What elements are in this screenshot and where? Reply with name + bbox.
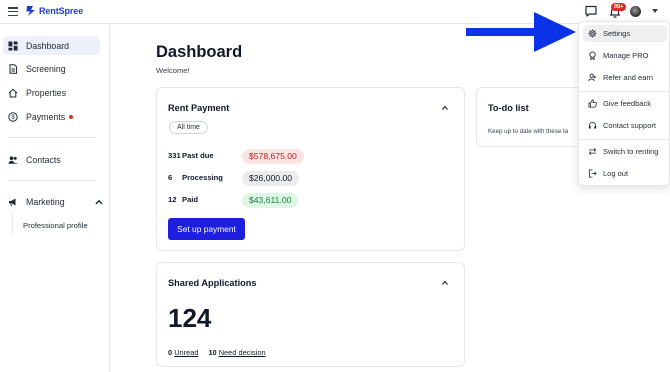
sidebar-item-contacts[interactable]: Contacts [3, 150, 100, 169]
rent-payment-card: Rent Payment All time 331 Past due $578,… [156, 87, 465, 251]
logo-mark-icon [26, 6, 35, 16]
amount-past-due: $578,675.00 [242, 149, 304, 164]
refer-icon [588, 73, 597, 82]
document-icon [9, 63, 17, 74]
amount-paid: $43,611.00 [242, 193, 299, 208]
sidebar-item-screening[interactable]: Screening [3, 59, 100, 78]
badge-icon [589, 51, 596, 60]
welcome-text: Welcome! [156, 66, 190, 75]
card-title: Shared Applications [168, 278, 257, 288]
menu-item-switch-to-renting[interactable]: Switch to renting [583, 143, 667, 160]
menu-item-contact-support[interactable]: Contact support [583, 117, 667, 134]
home-icon [8, 88, 18, 97]
menu-item-label: Switch to renting [603, 147, 659, 156]
payment-row-paid[interactable]: 12 Paid [168, 195, 238, 204]
menu-item-label: Give feedback [603, 99, 651, 108]
sidebar-item-label: Marketing [26, 196, 65, 207]
megaphone-icon [9, 198, 16, 206]
menu-item-log-out[interactable]: Log out [583, 165, 667, 182]
application-counts: 0 Unread 10 Need decision [168, 348, 266, 357]
chevron-up-icon[interactable] [94, 197, 104, 207]
sidebar-item-marketing[interactable]: Marketing [3, 192, 103, 211]
payment-count: 12 [168, 195, 177, 204]
todo-description: Keep up to date with these ta [488, 128, 569, 135]
divider [8, 180, 96, 181]
hamburger-menu-icon[interactable] [8, 7, 18, 17]
menu-item-refer-and-earn[interactable]: Refer and earn [583, 69, 667, 86]
setup-payment-button[interactable]: Set up payment [168, 218, 245, 240]
card-title: To-do list [488, 103, 529, 113]
time-filter-pill[interactable]: All time [169, 121, 208, 134]
sidebar-subitem-professional-profile[interactable]: Professional profile [23, 221, 88, 230]
sidebar: Dashboard Screening Properties $ Payment… [0, 25, 110, 372]
need-decision-link[interactable]: Need decision [219, 348, 266, 357]
unread-count: 0 [168, 348, 173, 357]
submenu-rail [12, 213, 13, 234]
unread-link[interactable]: Unread [174, 348, 198, 357]
payment-label: Processing [182, 173, 223, 182]
payment-row-past-due[interactable]: 331 Past due [168, 151, 238, 160]
menu-item-settings[interactable]: Settings [583, 25, 667, 42]
sidebar-item-payments[interactable]: $ Payments [3, 107, 100, 126]
chevron-up-icon[interactable] [441, 104, 449, 112]
rentspree-logo[interactable]: RentSpree [25, 5, 83, 17]
people-icon [8, 155, 18, 164]
need-decision-group: 10 Need decision [208, 348, 265, 357]
notification-badge: 99+ [611, 3, 627, 11]
menu-item-label: Manage PRO [603, 51, 649, 60]
dollar-icon: $ [8, 111, 18, 122]
card-title: Rent Payment [168, 103, 230, 113]
notification-dot [69, 114, 74, 119]
shared-applications-card: Shared Applications 124 0 Unread 10 Need… [156, 262, 465, 367]
page-title: Dashboard [156, 43, 243, 61]
message-icon[interactable] [584, 4, 598, 18]
annotation-arrow-icon [466, 12, 576, 52]
switch-arrows-icon [588, 148, 597, 155]
unread-count-group: 0 Unread [168, 348, 198, 357]
gear-icon [588, 29, 597, 38]
headset-icon [588, 122, 597, 129]
divider [8, 137, 96, 138]
menu-item-give-feedback[interactable]: Give feedback [583, 95, 667, 112]
logo-text: RentSpree [39, 6, 84, 16]
sidebar-item-label: Screening [26, 63, 66, 74]
sidebar-item-label: Dashboard [26, 40, 70, 51]
menu-divider [579, 139, 669, 140]
menu-divider [579, 91, 669, 92]
menu-item-label: Contact support [603, 121, 656, 130]
chevron-up-icon[interactable] [441, 279, 449, 287]
amount-processing: $26,000.00 [242, 171, 300, 186]
need-decision-count: 10 [208, 348, 217, 357]
menu-item-label: Log out [603, 169, 629, 178]
payment-count: 331 [168, 151, 181, 160]
user-dropdown-menu: Settings Manage PRO Refer and earn Give … [578, 21, 670, 186]
payment-label: Past due [182, 151, 214, 160]
menu-item-manage-pro[interactable]: Manage PRO [583, 47, 667, 64]
sidebar-item-label: Contacts [26, 154, 61, 165]
grid-icon [8, 41, 18, 50]
caret-down-icon[interactable] [652, 9, 658, 13]
payment-count: 6 [168, 173, 173, 182]
sidebar-item-label: Payments [26, 111, 66, 122]
avatar[interactable] [630, 6, 641, 17]
payment-label: Paid [182, 195, 199, 204]
menu-item-label: Refer and earn [603, 73, 654, 82]
sidebar-item-dashboard[interactable]: Dashboard [3, 36, 100, 55]
thumbs-up-icon [588, 99, 597, 108]
logout-icon [588, 169, 597, 178]
sidebar-item-properties[interactable]: Properties [3, 83, 100, 102]
sidebar-item-label: Properties [26, 87, 67, 98]
menu-item-label: Settings [603, 29, 631, 38]
payment-row-processing[interactable]: 6 Processing [168, 173, 238, 182]
applications-total: 124 [168, 303, 212, 333]
